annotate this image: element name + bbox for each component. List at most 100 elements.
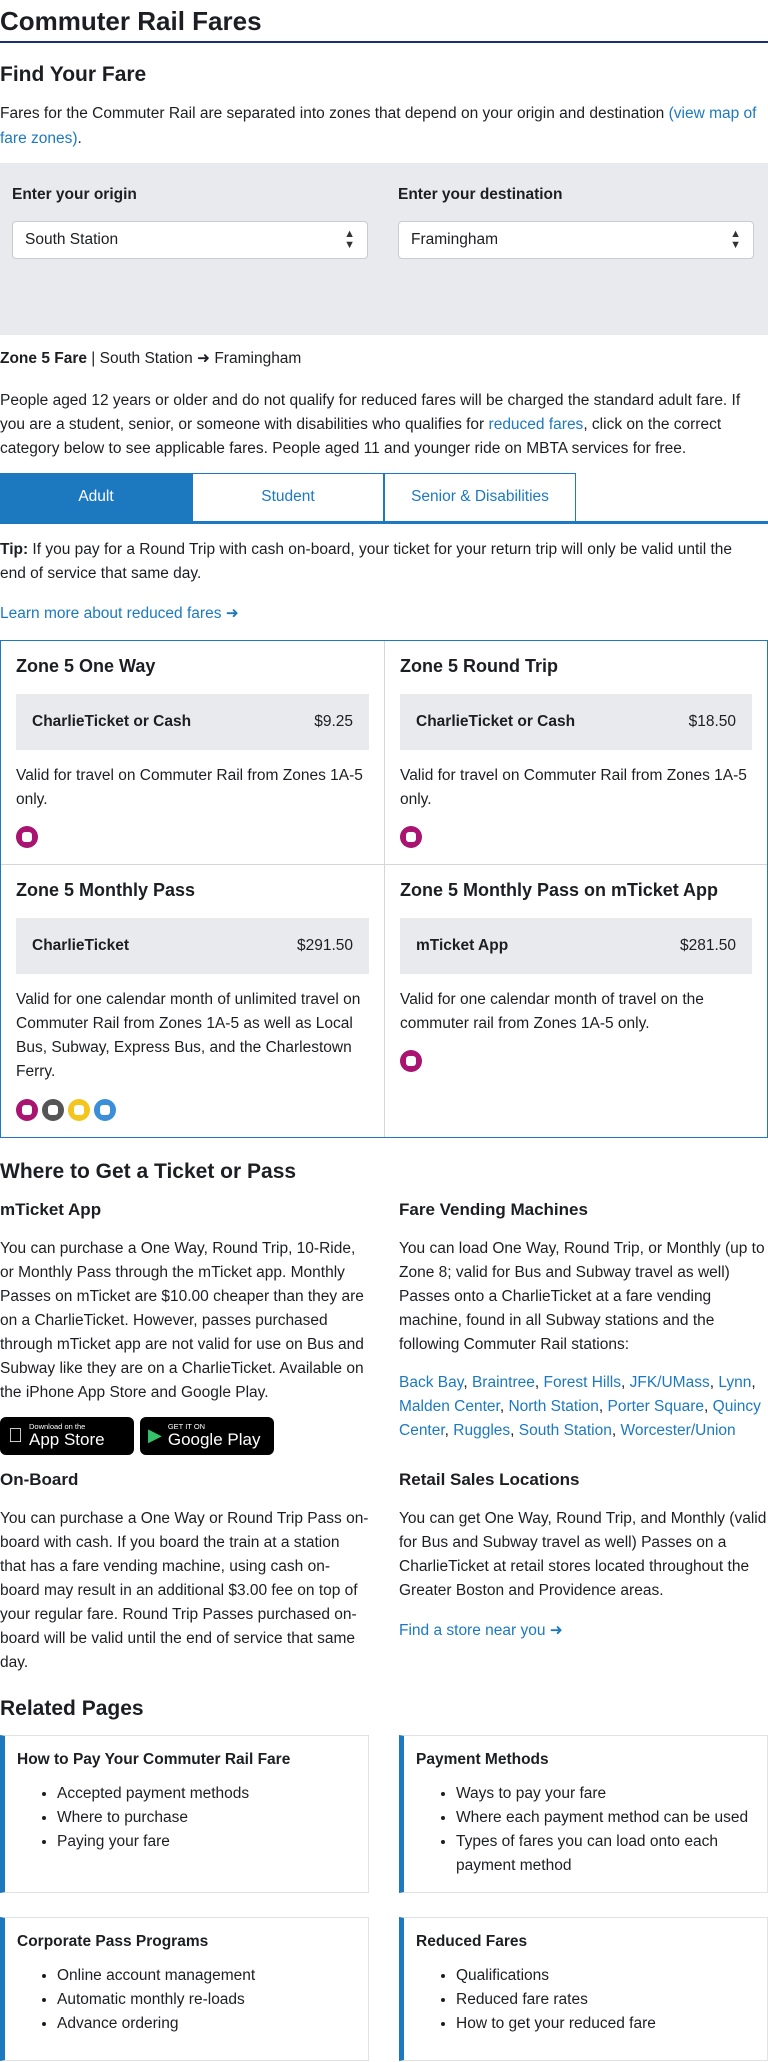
fare-summary: Zone 5 Fare | South Station ➜ Framingham <box>0 347 768 371</box>
related-card-list: Qualifications Reduced fare rates How to… <box>416 1964 755 2036</box>
station-link[interactable]: Braintree <box>472 1374 535 1391</box>
payment-method: CharlieTicket or Cash <box>416 713 576 730</box>
mode-icons <box>400 1050 752 1073</box>
related-card-payment-methods[interactable]: Payment Methods Ways to pay your fare Wh… <box>399 1734 768 1893</box>
fare-card-monthly-mticket: Zone 5 Monthly Pass on mTicket App mTick… <box>384 864 767 1137</box>
fare-card-desc: Valid for travel on Commuter Rail from Z… <box>16 767 363 809</box>
learn-label: Learn more about reduced fares <box>0 604 222 622</box>
station-link[interactable]: North Station <box>508 1398 598 1415</box>
tab-adult[interactable]: Adult <box>0 472 192 521</box>
related-card-how-to-pay[interactable]: How to Pay Your Commuter Rail Fare Accep… <box>0 1734 369 1893</box>
mticket-text: You can purchase a One Way, Round Trip, … <box>0 1239 364 1401</box>
related-card-title: Corporate Pass Programs <box>17 1932 209 1950</box>
origin-select[interactable]: South Station ▲ ▼ <box>12 220 368 259</box>
fare-card-one-way: Zone 5 One Way CharlieTicket or Cash $9.2… <box>1 641 384 864</box>
station-link[interactable]: Malden Center <box>399 1398 500 1415</box>
destination-column: Enter your destination Framingham ▲ ▼ <box>398 179 754 319</box>
ferry-icon <box>94 1098 116 1121</box>
intro-period: . <box>77 129 82 147</box>
commuter-rail-icon <box>16 826 38 849</box>
commuter-rail-icon <box>16 1098 38 1121</box>
destination-value: Framingham <box>411 230 498 248</box>
retail-heading: Retail Sales Locations <box>399 1470 580 1489</box>
fare-card-title: Zone 5 Monthly Pass on mTicket App <box>400 880 719 901</box>
station-link[interactable]: Worcester/Union <box>621 1422 736 1439</box>
google-play-button[interactable]: ▶ GET IT ON Google Play <box>140 1417 274 1455</box>
tip-label: Tip: <box>0 540 29 558</box>
subway-icon <box>68 1098 90 1121</box>
related-card-title: How to Pay Your Commuter Rail Fare <box>17 1750 291 1768</box>
fare-card-round-trip: Zone 5 Round Trip CharlieTicket or Cash $… <box>384 640 767 865</box>
related-card-title: Payment Methods <box>416 1750 549 1768</box>
reduced-fares-link[interactable]: reduced fares <box>489 416 584 433</box>
station-link[interactable]: Back Bay <box>399 1374 463 1391</box>
fare-card-desc: Valid for one calendar month of travel o… <box>400 991 704 1033</box>
list-item: Where to purchase <box>57 1806 356 1830</box>
list-item: Advance ordering <box>57 2012 356 2036</box>
fare-card-title: Zone 5 One Way <box>16 655 156 676</box>
fare-card-monthly: Zone 5 Monthly Pass CharlieTicket $291.50… <box>1 864 384 1136</box>
page-title: Commuter Rail Fares <box>0 0 768 44</box>
commuter-rail-icon <box>400 826 422 849</box>
fare-price: $291.50 <box>296 937 353 955</box>
mode-icons <box>400 826 752 849</box>
tip-text: Tip: If you pay for a Round Trip with ca… <box>0 538 762 586</box>
mticket-section: mTicket App You can purchase a One Way, … <box>0 1185 369 1455</box>
mode-icons <box>16 1098 369 1121</box>
learn-reduced-fares-link[interactable]: Learn more about reduced fares ➜ <box>0 602 239 626</box>
find-fare-heading: Find Your Fare <box>0 63 147 87</box>
onboard-text: You can purchase a One Way or Round Trip… <box>0 1510 369 1672</box>
station-link[interactable]: JFK/UMass <box>630 1374 710 1391</box>
arrow-right-icon: ➜ <box>225 604 239 622</box>
play-big: Google Play <box>167 1430 261 1450</box>
find-store-link[interactable]: Find a store near you ➜ <box>399 1619 563 1643</box>
where-row-1: mTicket App You can purchase a One Way, … <box>0 1185 768 1455</box>
summary-destination: Framingham <box>214 349 302 367</box>
station-link[interactable]: Ruggles <box>453 1422 510 1439</box>
zone-fare-label: Zone 5 Fare <box>0 349 87 367</box>
list-item: Paying your fare <box>57 1830 356 1854</box>
vending-section: Fare Vending Machines You can load One W… <box>399 1185 768 1455</box>
destination-label: Enter your destination <box>398 185 563 203</box>
select-arrows-icon: ▲ ▼ <box>730 227 741 251</box>
app-store-button[interactable]:  Download on theApp Store <box>0 1417 134 1455</box>
summary-origin: | South Station <box>87 349 193 367</box>
vending-heading: Fare Vending Machines <box>399 1199 588 1219</box>
origin-value: South Station <box>25 230 119 248</box>
fare-selector: Enter your origin South Station ▲ ▼ Enter… <box>0 162 768 335</box>
station-link[interactable]: South Station <box>519 1422 612 1439</box>
payment-method: CharlieTicket or Cash <box>32 713 192 730</box>
fare-tabs: Adult Student Senior & Disabilities <box>0 472 768 524</box>
related-card-title: Reduced Fares <box>416 1932 528 1950</box>
station-link[interactable]: Lynn <box>718 1374 751 1391</box>
origin-column: Enter your origin South Station ▲ ▼ <box>12 179 368 319</box>
fare-price: $9.25 <box>314 713 353 730</box>
tab-student[interactable]: Student <box>192 472 384 521</box>
onboard-section: On-Board You can purchase a One Way or R… <box>0 1455 369 1675</box>
fare-price-row: mTicket App $281.50 <box>400 918 752 975</box>
fare-price-row: CharlieTicket or Cash $18.50 <box>400 694 752 751</box>
intro-text: Fares for the Commuter Rail are separate… <box>0 105 665 123</box>
onboard-heading: On-Board <box>0 1470 79 1489</box>
app-store-big: App Store <box>14 1430 105 1450</box>
list-item: Reduced fare rates <box>456 1988 755 2012</box>
station-links: Back Bay, Braintree, Forest Hills, JFK/U… <box>399 1373 761 1439</box>
related-card-corporate-pass[interactable]: Corporate Pass Programs Online account m… <box>0 1916 369 2061</box>
payment-method: CharlieTicket <box>32 937 130 955</box>
fare-card-desc: Valid for travel on Commuter Rail from Z… <box>400 767 747 809</box>
list-item: Ways to pay your fare <box>456 1782 755 1806</box>
origin-label: Enter your origin <box>12 185 137 203</box>
fare-price: $18.50 <box>688 713 736 730</box>
station-link[interactable]: Forest Hills <box>543 1374 621 1391</box>
destination-select[interactable]: Framingham ▲ ▼ <box>398 220 754 259</box>
list-item: How to get your reduced fare <box>456 2012 755 2036</box>
tab-senior-disabilities[interactable]: Senior & Disabilities <box>384 472 576 521</box>
station-link[interactable]: Porter Square <box>608 1398 705 1415</box>
related-card-list: Ways to pay your fare Where each payment… <box>416 1782 755 1878</box>
where-to-get-heading: Where to Get a Ticket or Pass <box>0 1159 297 1183</box>
fare-card-title: Zone 5 Monthly Pass <box>16 880 196 901</box>
arrow-right-icon: ➜ <box>549 1622 563 1640</box>
related-card-reduced-fares[interactable]: Reduced Fares Qualifications Reduced far… <box>399 1916 768 2061</box>
fare-price-row: CharlieTicket $291.50 <box>16 918 369 975</box>
fare-cards: Zone 5 One Way CharlieTicket or Cash $9.2… <box>0 639 768 1138</box>
